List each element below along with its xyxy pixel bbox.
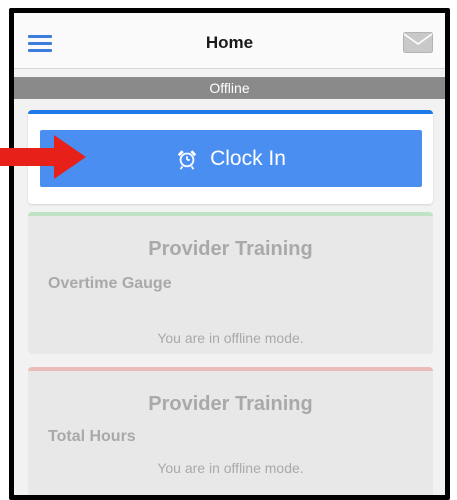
mail-icon[interactable]	[403, 32, 433, 53]
offline-message: You are in offline mode.	[157, 330, 304, 346]
page-title: Home	[205, 33, 254, 52]
clock-in-card: Clock In	[28, 110, 433, 204]
card-subtitle: Overtime Gauge	[48, 275, 172, 292]
card-title: Provider Training	[148, 393, 313, 415]
alarm-clock-icon	[177, 149, 197, 170]
app-header: Home	[14, 13, 445, 69]
clock-in-label: Clock In	[210, 146, 286, 170]
offline-message: You are in offline mode.	[157, 460, 304, 476]
app-frame: Home Offline Clock In Provider Training …	[9, 8, 450, 500]
total-hours-card[interactable]: Provider Training Total Hours You are in…	[28, 367, 433, 495]
card-subtitle: Total Hours	[48, 428, 136, 445]
card-title: Provider Training	[148, 238, 313, 260]
offline-status-bar: Offline	[14, 77, 445, 99]
overtime-gauge-card[interactable]: Provider Training Overtime Gauge You are…	[28, 212, 433, 354]
red-arrow-annotation	[0, 135, 86, 179]
clock-in-button[interactable]: Clock In	[40, 130, 422, 187]
